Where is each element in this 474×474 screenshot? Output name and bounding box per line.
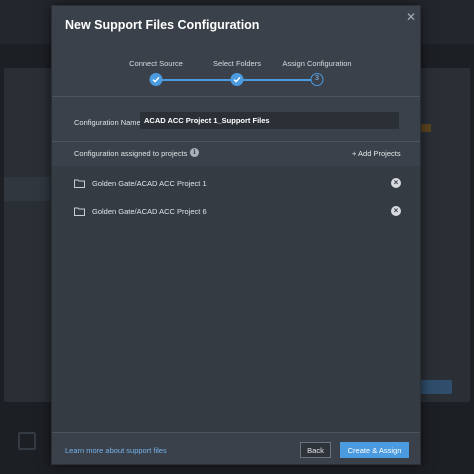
info-icon[interactable]: i	[190, 148, 199, 157]
folder-icon	[74, 179, 85, 188]
configuration-name-label: Configuration Name	[74, 118, 141, 127]
background-button	[420, 380, 452, 394]
create-assign-button[interactable]: Create & Assign	[340, 442, 409, 458]
project-row[interactable]: Golden Gate/ACAD ACC Project 6 ×	[52, 198, 420, 224]
background-icon	[18, 432, 36, 450]
step-3-number: 3	[310, 73, 324, 86]
dialog-header: New Support Files Configuration ✕	[52, 6, 420, 46]
learn-more-link[interactable]: Learn more about support files	[65, 446, 167, 455]
close-icon[interactable]: ✕	[404, 10, 418, 24]
folder-icon	[74, 207, 85, 216]
step-1-check-icon	[149, 73, 163, 86]
step-connector-1	[156, 79, 237, 81]
step-label-connect-source: Connect Source	[129, 59, 183, 68]
project-name: Golden Gate/ACAD ACC Project 1	[92, 179, 207, 188]
configuration-name-input[interactable]	[140, 112, 399, 129]
remove-project-icon[interactable]: ×	[391, 206, 401, 216]
stepper: Connect Source Select Folders Assign Con…	[52, 51, 420, 91]
step-label-assign-configuration: Assign Configuration	[282, 59, 352, 68]
background-selected-item	[4, 177, 50, 201]
project-row[interactable]: Golden Gate/ACAD ACC Project 1 ×	[52, 170, 420, 196]
configuration-name-row: Configuration Name	[52, 110, 420, 134]
remove-project-icon[interactable]: ×	[391, 178, 401, 188]
divider	[52, 141, 420, 142]
add-projects-button[interactable]: + Add Projects	[352, 149, 401, 158]
step-label-select-folders: Select Folders	[213, 59, 261, 68]
step-connector-2	[237, 79, 317, 81]
support-files-dialog: New Support Files Configuration ✕ Connec…	[51, 5, 421, 465]
background-badge	[421, 124, 431, 132]
divider	[52, 96, 420, 97]
back-button[interactable]: Back	[300, 442, 331, 458]
dialog-footer: Learn more about support files Back Crea…	[52, 432, 420, 464]
step-2-check-icon	[230, 73, 244, 86]
project-name: Golden Gate/ACAD ACC Project 6	[92, 207, 207, 216]
assigned-projects-header: Configuration assigned to projects i + A…	[52, 146, 420, 164]
assigned-projects-title: Configuration assigned to projects	[74, 149, 188, 158]
dialog-title: New Support Files Configuration	[65, 18, 260, 32]
project-list: Golden Gate/ACAD ACC Project 1 × Golden …	[52, 166, 420, 432]
